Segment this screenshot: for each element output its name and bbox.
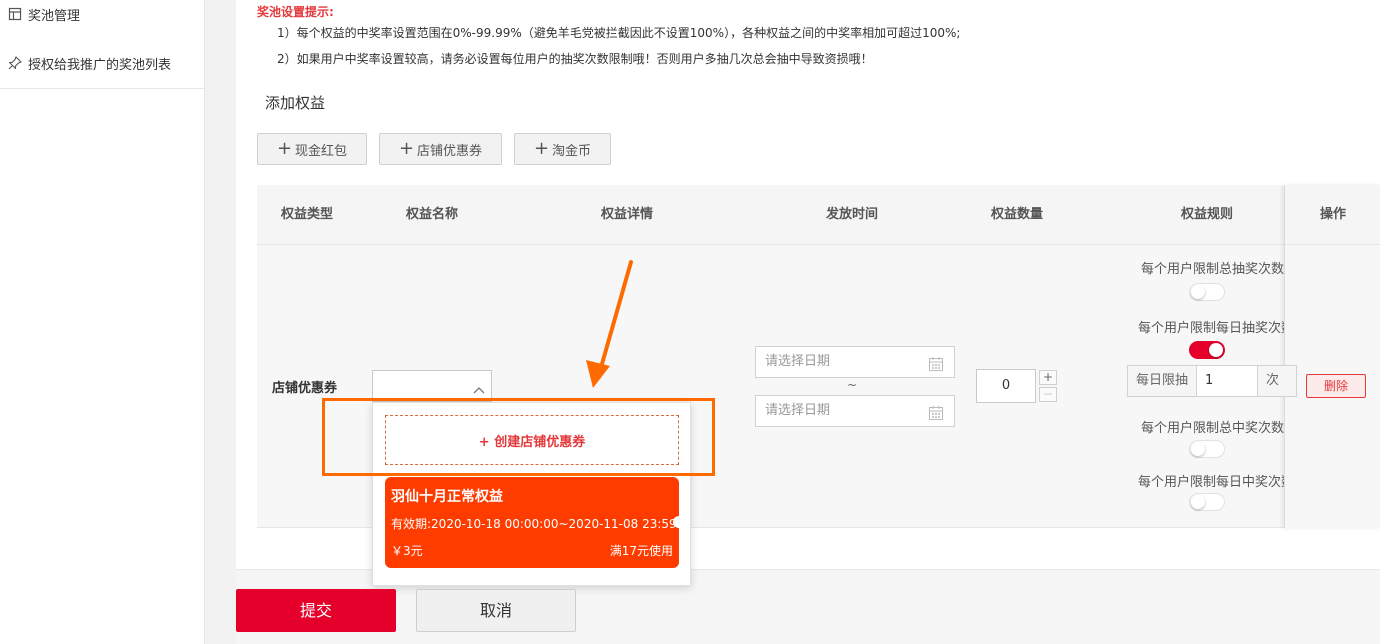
button-label: 淘金币 [552, 143, 592, 159]
tips-line-1: 1）每个权益的中奖率设置范围在0%-99.99%（避免羊毛党被拦截因此不设置10… [277, 26, 961, 40]
plus-icon: + [533, 138, 550, 159]
column-header-quantity: 权益数量 [990, 207, 1043, 222]
column-header-operations: 操作 [1285, 185, 1380, 245]
date-separator: ~ [847, 378, 858, 392]
add-cash-redpacket-button[interactable]: + 现金红包 [257, 133, 367, 165]
calendar-icon [928, 354, 944, 371]
plus-icon: + [276, 138, 293, 159]
add-taobao-coin-button[interactable]: + 淘金币 [514, 133, 611, 165]
rule-daily-win-label: 每个用户限制每日中奖次数 [1138, 475, 1284, 490]
rule-daily-draw-toggle[interactable] [1189, 341, 1225, 359]
sidebar-item-authorized-pools[interactable]: 授权给我推广的奖池列表 [8, 51, 171, 75]
plus-icon: + [398, 138, 415, 159]
toggle-knob [1191, 442, 1205, 456]
daily-limit-input[interactable]: 1 [1196, 365, 1258, 397]
sidebar-divider [0, 88, 205, 89]
rule-total-draw-toggle[interactable] [1189, 283, 1225, 301]
coupon-price: ￥3元 [391, 544, 423, 558]
column-header-rules: 权益规则 [1180, 207, 1233, 222]
submit-button[interactable]: 提交 [236, 589, 396, 632]
daily-limit-label: 每日限抽 [1127, 365, 1197, 397]
toggle-knob [1191, 495, 1205, 509]
column-header-name: 权益名称 [405, 207, 458, 222]
coupon-condition: 满17元使用 [609, 544, 673, 558]
sidebar-item-label: 授权给我推广的奖池列表 [28, 57, 172, 73]
daily-limit-unit: 次 [1257, 365, 1297, 397]
calendar-icon [928, 403, 944, 420]
coupon-name: 羽仙十月正常权益 [391, 489, 503, 505]
annotation-highlight-box [322, 398, 715, 476]
toggle-knob [1209, 343, 1223, 357]
delete-button[interactable]: 删除 [1306, 374, 1366, 398]
column-header-time: 发放时间 [825, 207, 878, 222]
add-shop-coupon-button[interactable]: + 店铺优惠券 [379, 133, 502, 165]
cancel-button[interactable]: 取消 [416, 589, 576, 632]
rule-daily-win-toggle[interactable] [1189, 493, 1225, 511]
section-title: 添加权益 [265, 94, 326, 112]
chevron-up-icon [473, 380, 485, 394]
toggle-knob [1191, 285, 1205, 299]
sidebar: 奖池管理 授权给我推广的奖池列表 [0, 0, 205, 644]
rule-total-win-label: 每个用户限制总中奖次数 [1140, 421, 1284, 436]
grid-icon [8, 7, 22, 21]
table-header: 权益类型 权益名称 权益详情 发放时间 权益数量 权益规则 [257, 185, 1380, 245]
rule-daily-draw-label: 每个用户限制每日抽奖次数 [1138, 321, 1284, 336]
rule-total-win-toggle[interactable] [1189, 440, 1225, 458]
date-start-input[interactable]: 请选择日期 [755, 346, 955, 378]
benefit-type: 店铺优惠券 [272, 381, 338, 396]
tips-line-2: 2）如果用户中奖率设置较高，请务必设置每位用户的抽奖次数限制哦！否则用户多抽几次… [277, 52, 873, 66]
date-end-input[interactable]: 请选择日期 [755, 395, 955, 427]
pin-icon [8, 56, 22, 70]
layout-gutter [205, 0, 236, 644]
column-header-detail: 权益详情 [600, 207, 653, 222]
daily-limit-group: 每日限抽 1 次 [1127, 365, 1297, 397]
button-label: 现金红包 [295, 143, 348, 159]
date-end-placeholder: 请选择日期 [765, 403, 831, 418]
button-label: 店铺优惠券 [417, 143, 483, 159]
operations-column: 操作 [1284, 185, 1380, 528]
sidebar-item-prize-pool[interactable]: 奖池管理 [8, 2, 80, 26]
quantity-decrement-button[interactable]: − [1039, 387, 1057, 402]
coupon-validity: 有效期:2020-10-18 00:00:00~2020-11-08 23:59… [391, 517, 679, 531]
tips-title: 奖池设置提示: [257, 5, 334, 19]
coupon-option[interactable]: 羽仙十月正常权益 有效期:2020-10-18 00:00:00~2020-11… [385, 477, 679, 568]
sidebar-item-label: 奖池管理 [28, 8, 81, 24]
quantity-input[interactable]: 0 [976, 369, 1036, 403]
date-start-placeholder: 请选择日期 [765, 354, 831, 369]
quantity-increment-button[interactable]: + [1039, 370, 1057, 385]
rule-total-draw-label: 每个用户限制总抽奖次数 [1140, 262, 1284, 277]
column-header-type: 权益类型 [280, 207, 333, 222]
coupon-notch [673, 516, 679, 528]
